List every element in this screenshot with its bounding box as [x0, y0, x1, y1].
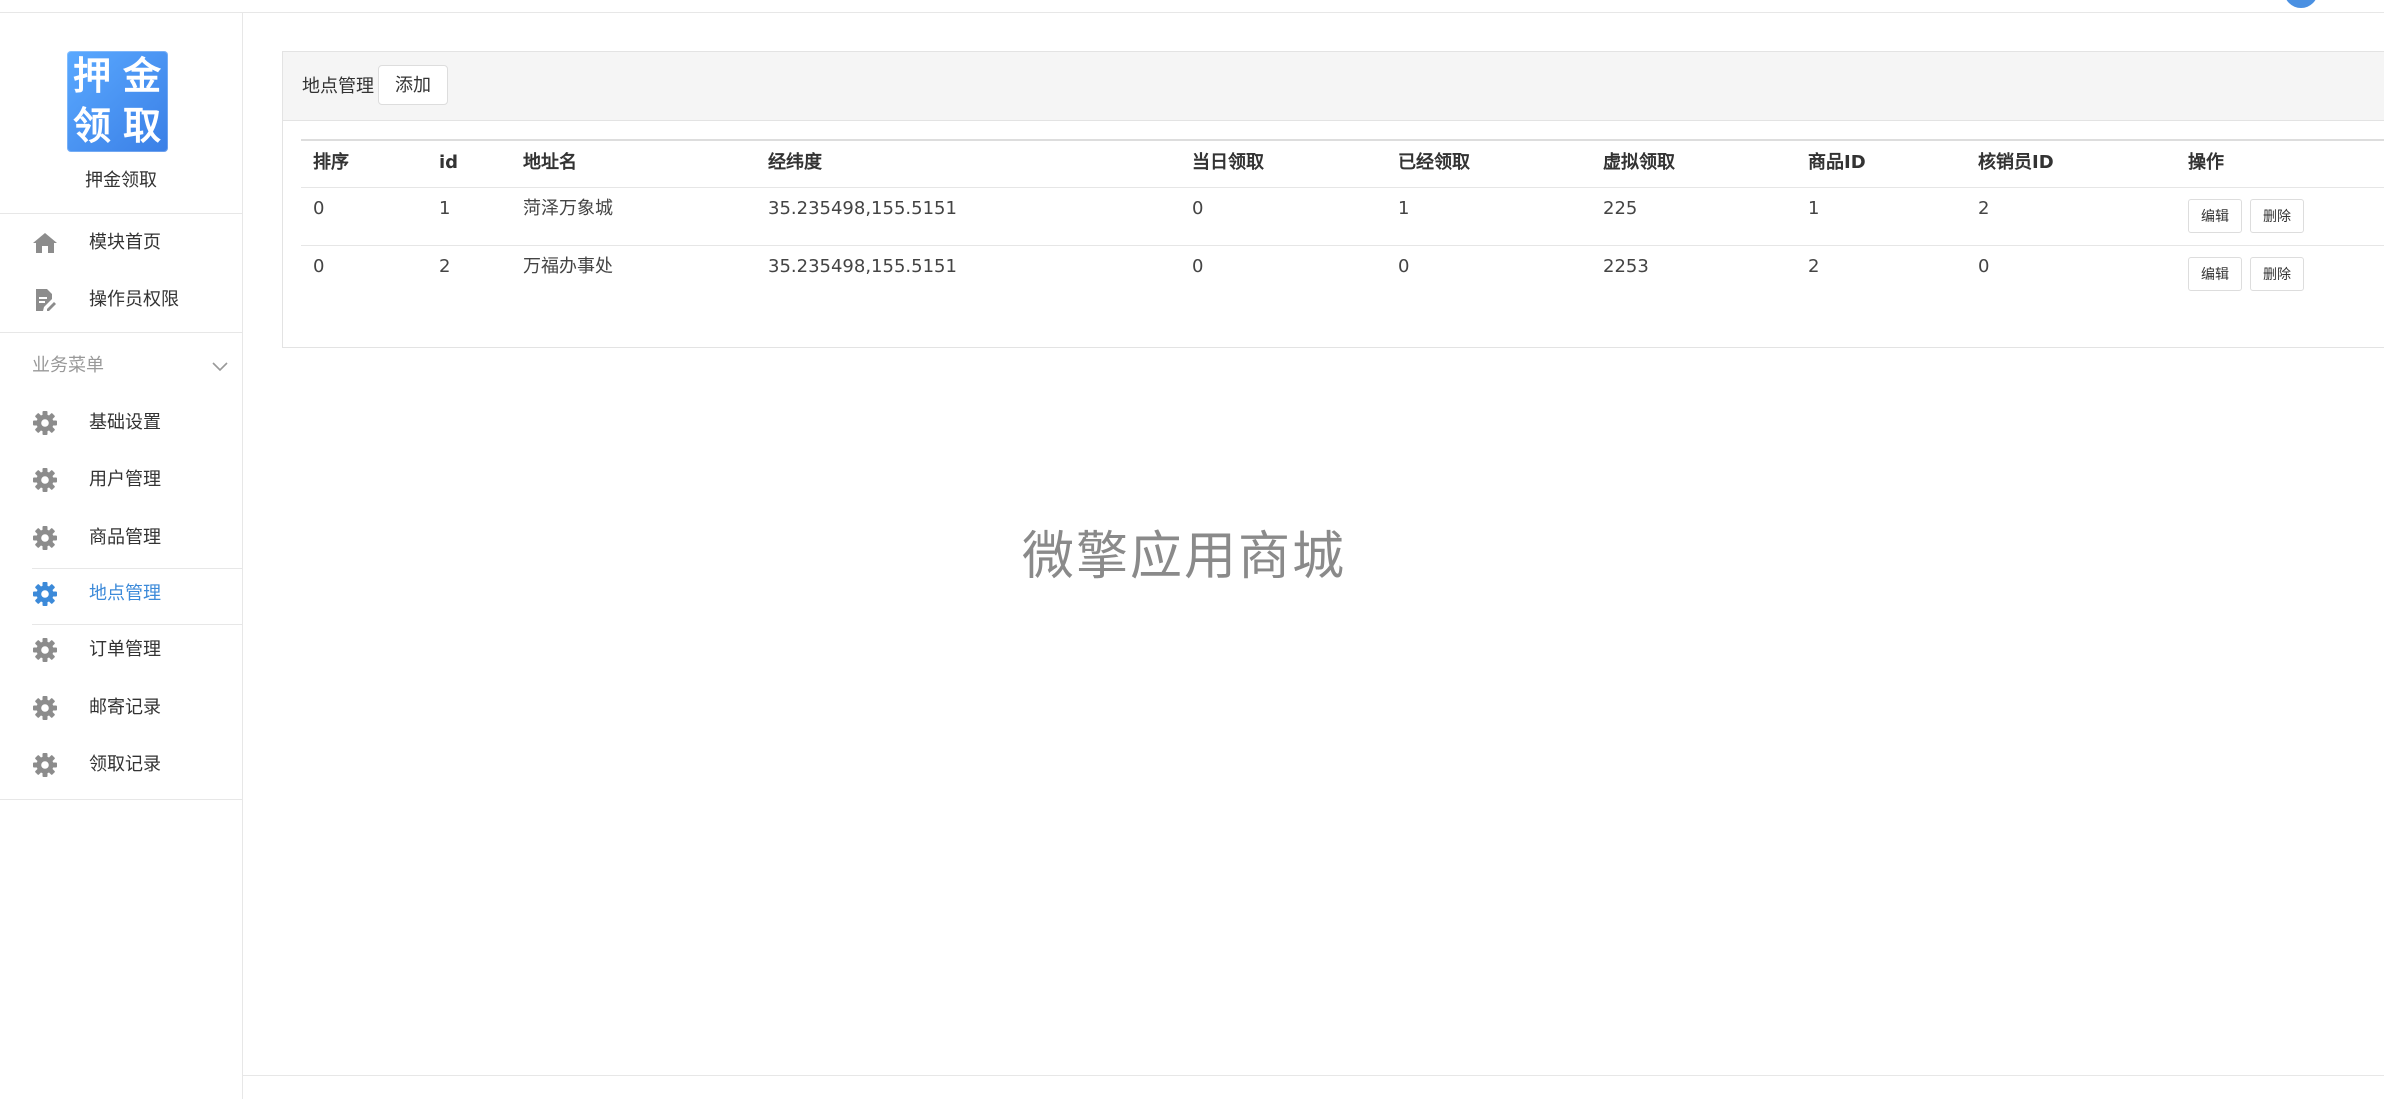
user-avatar[interactable]: [2284, 0, 2318, 8]
document-edit-icon: [32, 287, 58, 313]
gear-icon: [32, 581, 58, 607]
sidebar-item-label: 用户管理: [89, 469, 161, 490]
logo-char: 取: [122, 104, 161, 148]
logo-char: 押: [72, 54, 111, 98]
sidebar-item-product-management[interactable]: 商品管理: [0, 509, 242, 565]
cell-product-id: 1: [1808, 198, 1820, 219]
sidebar-item-label: 领取记录: [89, 754, 161, 775]
footer-divider: [243, 1075, 2384, 1076]
cell-verifier-id: 2: [1978, 198, 1990, 219]
delete-button[interactable]: 删除: [2250, 199, 2304, 233]
edit-button[interactable]: 编辑: [2188, 257, 2242, 291]
sidebar-item-mailing-records[interactable]: 邮寄记录: [0, 679, 242, 735]
cell-verifier-id: 0: [1978, 256, 1990, 277]
app-logo: 押 金 领 取: [67, 51, 168, 152]
edit-button[interactable]: 编辑: [2188, 199, 2242, 233]
sidebar-item-location-management[interactable]: 地点管理: [0, 565, 242, 621]
chevron-down-icon[interactable]: [212, 357, 228, 372]
app-title: 押金领取: [85, 170, 157, 191]
row-divider: [301, 187, 2384, 188]
sidebar-item-label: 模块首页: [89, 232, 161, 253]
gear-icon: [32, 695, 58, 721]
column-header: id: [439, 152, 459, 173]
cell-today-claimed: 0: [1192, 256, 1204, 277]
cell-already-claimed: 0: [1398, 256, 1410, 277]
row-divider: [301, 245, 2384, 246]
cell-coordinates: 35.235498,155.5151: [768, 198, 957, 219]
panel-header: 地点管理 添加: [283, 52, 2384, 121]
panel-title: 地点管理: [302, 76, 374, 97]
cell-address-name: 万福办事处: [523, 256, 613, 277]
sidebar-item-user-management[interactable]: 用户管理: [0, 451, 242, 507]
gear-icon: [32, 752, 58, 778]
column-header: 当日领取: [1192, 152, 1264, 173]
column-header: 经纬度: [768, 152, 822, 173]
column-header: 操作: [2188, 152, 2224, 173]
cell-sort: 0: [313, 256, 325, 277]
sidebar-item-label: 基础设置: [89, 412, 161, 433]
column-header: 商品ID: [1808, 152, 1866, 173]
cell-coordinates: 35.235498,155.5151: [768, 256, 957, 277]
add-button[interactable]: 添加: [378, 65, 448, 105]
column-header: 已经领取: [1398, 152, 1470, 173]
logo-char: 金: [122, 54, 161, 98]
cell-sort: 0: [313, 198, 325, 219]
top-bar: [0, 0, 2384, 13]
column-header: 地址名: [523, 152, 577, 173]
cell-virtual-claimed: 225: [1603, 198, 1638, 219]
cell-already-claimed: 1: [1398, 198, 1410, 219]
sidebar-item-label: 邮寄记录: [89, 697, 161, 718]
table-border: [301, 139, 2384, 141]
cell-address-name: 菏泽万象城: [523, 198, 613, 219]
cell-id: 1: [439, 198, 451, 219]
location-panel: 地点管理 添加 排序 id 地址名 经纬度 当日领取 已经领取 虚拟领取 商品I…: [282, 51, 2384, 348]
sidebar-item-order-management[interactable]: 订单管理: [0, 621, 242, 677]
sidebar-item-label: 地点管理: [89, 583, 161, 604]
sidebar-item-claim-records[interactable]: 领取记录: [0, 736, 242, 792]
column-header: 虚拟领取: [1603, 152, 1675, 173]
gear-icon: [32, 410, 58, 436]
sidebar-item-operator-permission[interactable]: 操作员权限: [0, 271, 242, 327]
cell-product-id: 2: [1808, 256, 1820, 277]
sidebar-item-basic-settings[interactable]: 基础设置: [0, 394, 242, 450]
home-icon: [32, 230, 58, 256]
column-header: 排序: [313, 152, 349, 173]
logo-area: 押 金 领 取 押金领取: [0, 13, 242, 214]
gear-icon: [32, 467, 58, 493]
cell-today-claimed: 0: [1192, 198, 1204, 219]
sidebar-item-module-home[interactable]: 模块首页: [0, 214, 242, 270]
gear-icon: [32, 637, 58, 663]
section-title: 业务菜单: [32, 355, 104, 376]
cell-id: 2: [439, 256, 451, 277]
sidebar: 押 金 领 取 押金领取 模块首页 操作员权限 业务菜单 基础设置 用户管理 商…: [0, 13, 243, 1099]
cell-virtual-claimed: 2253: [1603, 256, 1649, 277]
divider: [0, 332, 242, 333]
sidebar-item-label: 操作员权限: [89, 289, 179, 310]
sidebar-item-label: 订单管理: [89, 639, 161, 660]
delete-button[interactable]: 删除: [2250, 257, 2304, 291]
watermark-text: 微擎应用商城: [1022, 527, 1347, 587]
logo-char: 领: [72, 104, 111, 148]
column-header: 核销员ID: [1978, 152, 2054, 173]
gear-icon: [32, 525, 58, 551]
divider: [0, 799, 242, 800]
sidebar-item-label: 商品管理: [89, 527, 161, 548]
